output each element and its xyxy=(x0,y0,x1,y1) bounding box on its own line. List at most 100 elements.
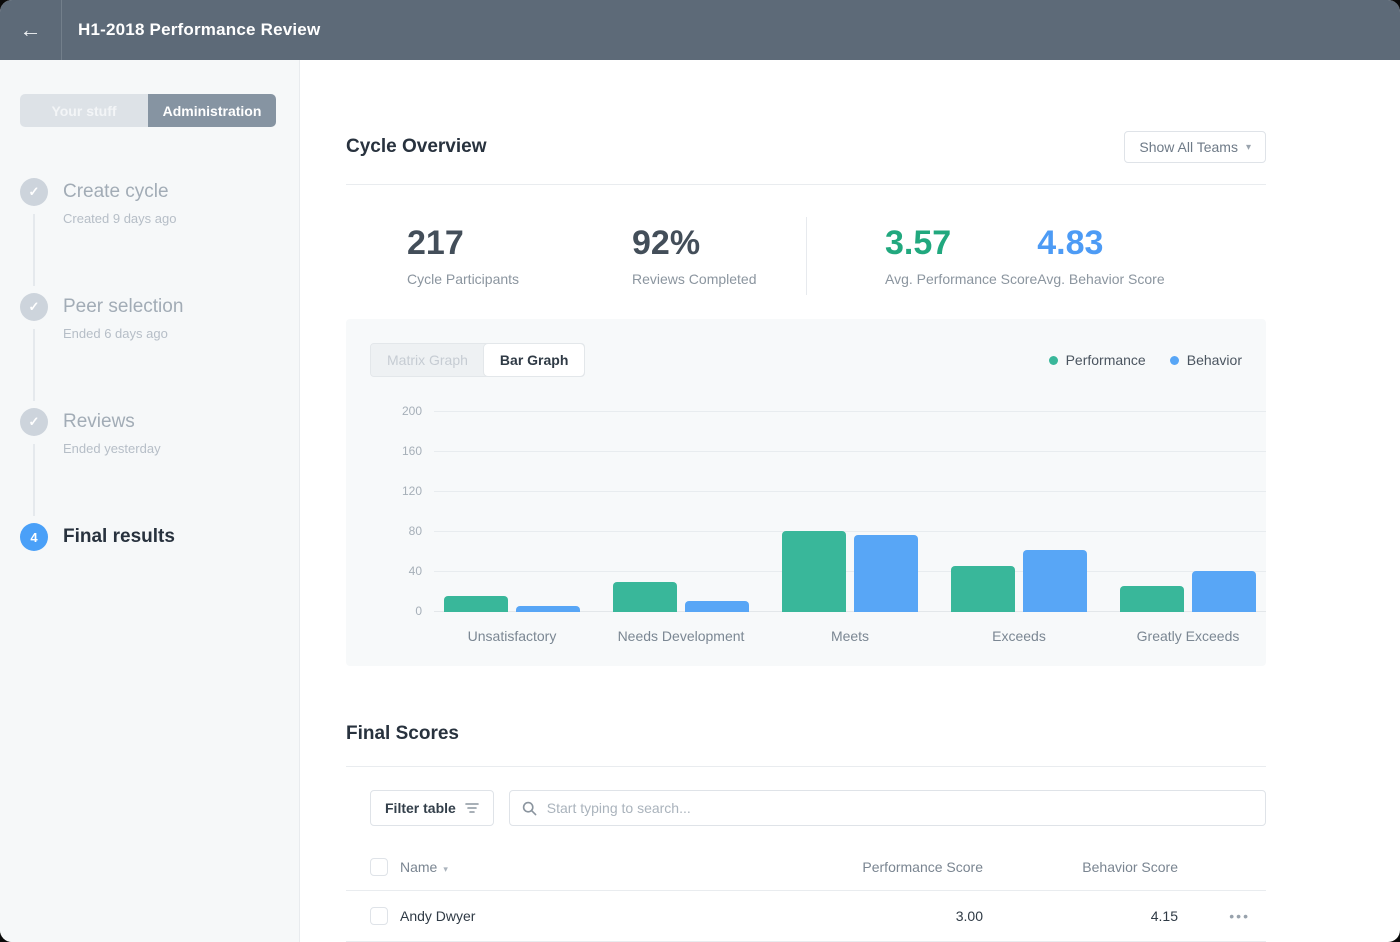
top-bar: ← H1-2018 Performance Review xyxy=(0,0,1400,60)
bar-behavior[interactable] xyxy=(685,601,749,612)
sidebar-tabs: Your stuff Administration xyxy=(20,94,276,127)
matrix-graph-toggle[interactable]: Matrix Graph xyxy=(371,344,484,376)
page-title: H1-2018 Performance Review xyxy=(78,20,320,40)
check-circle-icon: ✓ xyxy=(20,408,48,436)
chart-legend: Performance Behavior xyxy=(1049,352,1242,368)
table-row[interactable]: Andy Dwyer 3.00 4.15 ••• xyxy=(346,890,1266,942)
teams-dropdown-label: Show All Teams xyxy=(1139,139,1238,155)
x-axis-category-label: Meets xyxy=(782,628,918,644)
y-axis-tick-label: 120 xyxy=(402,484,422,498)
x-axis-category-label: Unsatisfactory xyxy=(444,628,580,644)
teams-dropdown[interactable]: Show All Teams ▾ xyxy=(1124,131,1266,163)
stat-reviews-completed: 92% Reviews Completed xyxy=(632,224,885,303)
final-scores-table: Name▾ Performance Score Behavior Score A… xyxy=(346,844,1266,942)
step-peer-selection[interactable]: ✓Peer selectionEnded 6 days ago xyxy=(20,293,299,408)
step-title: Final results xyxy=(63,525,175,549)
chevron-down-icon: ▾ xyxy=(1246,142,1251,153)
y-axis-tick-label: 80 xyxy=(409,524,422,538)
arrow-left-icon: ← xyxy=(20,17,42,43)
check-circle-icon: ✓ xyxy=(20,178,48,206)
bar-performance[interactable] xyxy=(782,531,846,612)
bar-group-greatly-exceeds xyxy=(1120,571,1256,612)
stat-label: Cycle Participants xyxy=(407,271,632,287)
table-body: Andy Dwyer 3.00 4.15 ••• xyxy=(346,890,1266,942)
final-scores-title: Final Scores xyxy=(346,723,1266,745)
main-content: Cycle Overview Show All Teams ▾ 217 Cycle… xyxy=(346,60,1266,942)
step-title: Peer selection xyxy=(63,295,183,319)
bar-behavior[interactable] xyxy=(854,535,918,612)
filter-icon xyxy=(465,802,479,814)
cell-behavior-score: 4.15 xyxy=(995,908,1178,924)
bar-graph-toggle[interactable]: Bar Graph xyxy=(484,344,584,376)
sidebar: Your stuff Administration ✓ Create cycle C… xyxy=(0,60,300,942)
app-window: ← H1-2018 Performance Review Your stuff … xyxy=(0,0,1400,942)
table-controls: Filter table xyxy=(346,790,1266,826)
column-header-name[interactable]: Name▾ xyxy=(400,859,761,875)
column-header-performance[interactable]: Performance Score xyxy=(773,859,983,875)
legend-dot-icon xyxy=(1049,356,1058,365)
legend-item-performance[interactable]: Performance xyxy=(1049,352,1146,368)
table-header-row: Name▾ Performance Score Behavior Score xyxy=(346,844,1266,890)
back-button[interactable]: ← xyxy=(0,0,62,60)
overview-title: Cycle Overview xyxy=(346,136,486,158)
search-input-wrap xyxy=(509,790,1266,826)
chart-panel: Matrix Graph Bar Graph Performance Behavi… xyxy=(346,319,1266,666)
y-axis-tick-label: 0 xyxy=(415,604,422,618)
stat-avg-behavior-score: 4.83 Avg. Behavior Score xyxy=(1037,224,1164,303)
select-all-checkbox[interactable] xyxy=(370,858,388,876)
bar-performance[interactable] xyxy=(951,566,1015,612)
bar-group-needs-development xyxy=(613,582,749,612)
y-axis-tick-label: 40 xyxy=(409,564,422,578)
step-final-results[interactable]: 4 Final results xyxy=(20,523,299,638)
overview-header: Cycle Overview Show All Teams ▾ xyxy=(346,131,1266,163)
step-title: Reviews xyxy=(63,410,161,434)
step-subtitle: Ended yesterday xyxy=(63,441,161,456)
tab-administration[interactable]: Administration xyxy=(148,94,276,127)
legend-dot-icon xyxy=(1170,356,1179,365)
column-header-behavior[interactable]: Behavior Score xyxy=(995,859,1178,875)
x-axis-category-label: Greatly Exceeds xyxy=(1120,628,1256,644)
row-checkbox[interactable] xyxy=(370,907,388,925)
tab-your-stuff[interactable]: Your stuff xyxy=(20,94,148,127)
step-number-badge: 4 xyxy=(20,523,48,551)
bar-behavior[interactable] xyxy=(1192,571,1256,612)
stats-row: 217 Cycle Participants92% Reviews Complete… xyxy=(346,185,1266,303)
stat-value: 4.83 xyxy=(1037,224,1164,262)
filter-table-label: Filter table xyxy=(385,800,456,816)
stat-label: Reviews Completed xyxy=(632,271,885,287)
stat-label: Avg. Behavior Score xyxy=(1037,271,1164,287)
cell-performance-score: 3.00 xyxy=(773,908,983,924)
stat-cycle-participants: 217 Cycle Participants xyxy=(407,224,632,303)
stat-value: 217 xyxy=(407,224,632,262)
chart-toolbar: Matrix Graph Bar Graph Performance Behavi… xyxy=(370,343,1242,377)
row-menu-button[interactable]: ••• xyxy=(1190,908,1250,924)
bar-performance[interactable] xyxy=(1120,586,1184,612)
y-axis-tick-label: 160 xyxy=(402,444,422,458)
check-circle-icon: ✓ xyxy=(20,293,48,321)
step-title: Create cycle xyxy=(63,180,176,204)
sort-caret-icon: ▾ xyxy=(443,864,448,874)
step-reviews[interactable]: ✓ Reviews Ended yesterday xyxy=(20,408,299,523)
filter-table-button[interactable]: Filter table xyxy=(370,790,494,826)
y-axis-tick-label: 200 xyxy=(402,404,422,418)
stat-value: 92% xyxy=(632,224,885,262)
bars-layer xyxy=(434,411,1266,612)
bar-group-exceeds xyxy=(951,550,1087,612)
step-subtitle: Created 9 days ago xyxy=(63,211,176,226)
x-axis-category-label: Needs Development xyxy=(613,628,749,644)
bar-behavior[interactable] xyxy=(1023,550,1087,612)
cycle-steps: ✓ Create cycle Created 9 days ago ✓ Peer sel… xyxy=(20,178,299,638)
chart-category-labels: UnsatisfactoryNeeds DevelopmentMeetsExce… xyxy=(434,628,1266,644)
stat-avg-performance-score: 3.57 Avg. Performance Score xyxy=(885,224,1037,303)
step-create-cycle[interactable]: ✓ Create cycle Created 9 days ago xyxy=(20,178,299,293)
stat-label: Avg. Performance Score xyxy=(885,271,1037,287)
search-icon xyxy=(522,801,537,816)
legend-item-behavior[interactable]: Behavior xyxy=(1170,352,1242,368)
bar-performance[interactable] xyxy=(444,596,508,612)
search-input[interactable] xyxy=(547,800,1253,816)
bar-performance[interactable] xyxy=(613,582,677,612)
bar-behavior[interactable] xyxy=(516,606,580,612)
stat-value: 3.57 xyxy=(885,224,1037,262)
bar-group-unsatisfactory xyxy=(444,596,580,612)
cell-name: Andy Dwyer xyxy=(400,908,761,924)
